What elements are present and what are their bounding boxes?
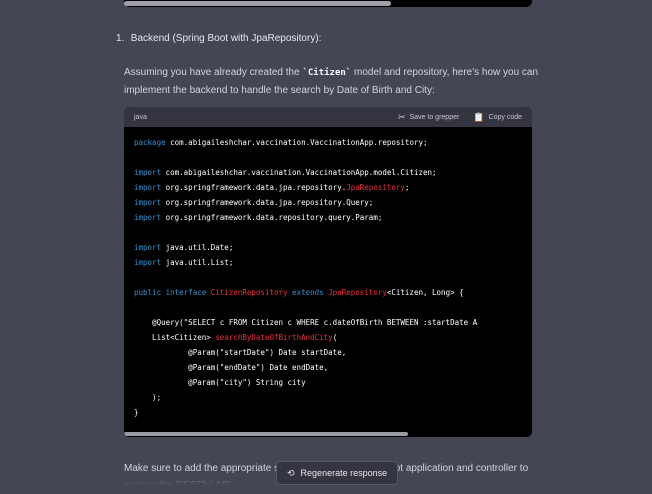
horizontal-scrollbar[interactable] bbox=[124, 1, 391, 6]
code-line: import org.springframework.data.jpa.repo… bbox=[134, 198, 374, 207]
refresh-icon: ⟲ bbox=[287, 467, 295, 478]
code-line: import org.springframework.data.jpa.repo… bbox=[134, 183, 410, 192]
code-line: } bbox=[134, 408, 139, 417]
intro-paragraph: Assuming you have already created the `C… bbox=[124, 64, 540, 99]
code-content: package com.abigaileshchar.vaccination.V… bbox=[124, 127, 532, 428]
regenerate-response-button[interactable]: ⟲ Regenerate response bbox=[276, 461, 399, 485]
copy-code-button[interactable]: 📋 Copy code bbox=[473, 112, 522, 123]
regenerate-label: Regenerate response bbox=[300, 468, 388, 478]
code-line: public interface CitizenRepository exten… bbox=[134, 288, 464, 297]
code-line: import com.abigaileshchar.vaccination.Va… bbox=[134, 168, 437, 177]
code-line: import java.util.List; bbox=[134, 258, 234, 267]
previous-code-block-bottom bbox=[124, 0, 532, 7]
code-line: @Param("startDate") Date startDate, bbox=[134, 348, 347, 357]
list-number: 1. bbox=[116, 33, 125, 44]
code-line: @Param("city") String city bbox=[134, 378, 306, 387]
horizontal-scrollbar[interactable] bbox=[124, 432, 408, 436]
scissors-icon: ✂ bbox=[397, 111, 406, 122]
code-line: @Param("endDate") Date endDate, bbox=[134, 363, 329, 372]
code-line: import java.util.Date; bbox=[134, 243, 234, 252]
list-item-backend: 1. Backend (Spring Boot with JpaReposito… bbox=[116, 33, 321, 44]
clipboard-icon: 📋 bbox=[473, 111, 485, 122]
code-line: @Query("SELECT c FROM Citizen c WHERE c.… bbox=[134, 318, 478, 327]
copy-label: Copy code bbox=[488, 113, 522, 121]
code-line: List<Citizen> searchByDateOfBirthAndCity… bbox=[134, 333, 338, 342]
save-to-grepper-button[interactable]: ✂ Save to grepper bbox=[398, 112, 459, 123]
code-language: java bbox=[134, 113, 147, 121]
code-line: package com.abigaileshchar.vaccination.V… bbox=[134, 138, 428, 147]
inline-code: `Citizen` bbox=[302, 68, 352, 78]
intro-text: Assuming you have already created the bbox=[124, 67, 303, 78]
code-line: import org.springframework.data.reposito… bbox=[134, 213, 383, 222]
list-label: Backend (Spring Boot with JpaRepository)… bbox=[130, 33, 322, 44]
code-line: ); bbox=[134, 393, 162, 402]
code-header: java ✂ Save to grepper 📋 Copy code bbox=[124, 107, 532, 127]
save-label: Save to grepper bbox=[409, 113, 460, 121]
code-block: java ✂ Save to grepper 📋 Copy code packa… bbox=[124, 107, 532, 437]
